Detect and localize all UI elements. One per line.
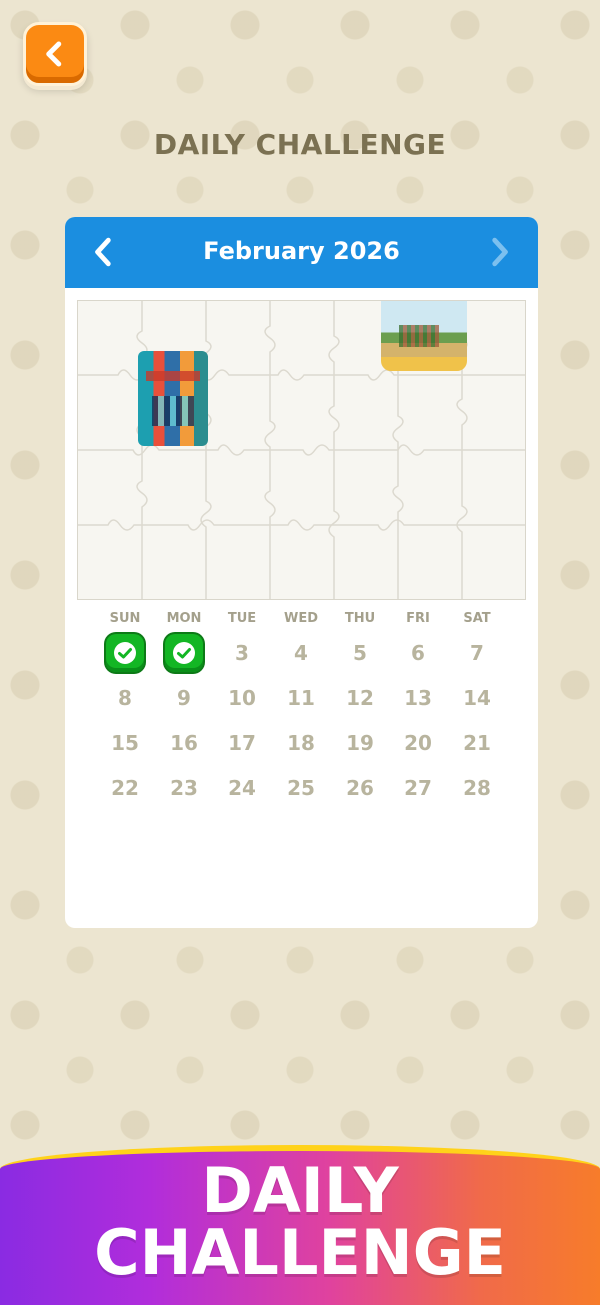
banner-title-line1: DAILY xyxy=(201,1154,399,1227)
day-26[interactable]: 26 xyxy=(335,768,385,808)
day-24[interactable]: 24 xyxy=(217,768,267,808)
weekday-label: MON xyxy=(166,611,202,626)
weekday-label: SAT xyxy=(463,611,491,626)
day-3[interactable]: 3 xyxy=(217,633,267,673)
weekday-label: FRI xyxy=(406,611,430,626)
day-5[interactable]: 5 xyxy=(335,633,385,673)
day-25[interactable]: 25 xyxy=(276,768,326,808)
weekday-header: SUN MON TUE WED THU FRI SAT xyxy=(65,611,538,631)
day-19[interactable]: 19 xyxy=(335,723,385,763)
puzzle-piece-image xyxy=(381,301,467,371)
day-28[interactable]: 28 xyxy=(452,768,502,808)
day-23[interactable]: 23 xyxy=(159,768,209,808)
chevron-right-icon xyxy=(492,237,508,267)
next-month-button[interactable] xyxy=(482,235,516,269)
day-10[interactable]: 10 xyxy=(217,678,267,718)
day-completed-1[interactable] xyxy=(106,634,144,672)
checkmark-icon xyxy=(114,642,136,664)
day-20[interactable]: 20 xyxy=(393,723,443,763)
chevron-left-icon xyxy=(46,41,62,67)
banner-title-line2: CHALLENGE xyxy=(94,1216,506,1289)
checkmark-icon xyxy=(173,642,195,664)
day-27[interactable]: 27 xyxy=(393,768,443,808)
day-12[interactable]: 12 xyxy=(335,678,385,718)
weekday-label: SUN xyxy=(109,611,141,626)
calendar-card: February 2026 SUN MON TUE WED THU FRI SAT xyxy=(65,217,538,928)
weekday-label: TUE xyxy=(227,611,257,626)
day-8[interactable]: 8 xyxy=(100,678,150,718)
jigsaw-puzzle-preview xyxy=(77,300,526,600)
month-label: February 2026 xyxy=(203,237,400,265)
page-title: DAILY CHALLENGE xyxy=(153,128,447,161)
day-6[interactable]: 6 xyxy=(393,633,443,673)
day-9[interactable]: 9 xyxy=(159,678,209,718)
puzzle-piece-image xyxy=(138,351,208,446)
day-22[interactable]: 22 xyxy=(100,768,150,808)
day-11[interactable]: 11 xyxy=(276,678,326,718)
day-4[interactable]: 4 xyxy=(276,633,326,673)
day-7[interactable]: 7 xyxy=(452,633,502,673)
day-completed-2[interactable] xyxy=(165,634,203,672)
day-17[interactable]: 17 xyxy=(217,723,267,763)
calendar-header: February 2026 xyxy=(65,217,538,288)
weekday-label: WED xyxy=(283,611,318,626)
day-21[interactable]: 21 xyxy=(452,723,502,763)
weekday-label: THU xyxy=(344,611,376,626)
day-13[interactable]: 13 xyxy=(393,678,443,718)
day-18[interactable]: 18 xyxy=(276,723,326,763)
day-16[interactable]: 16 xyxy=(159,723,209,763)
day-15[interactable]: 15 xyxy=(100,723,150,763)
back-button[interactable] xyxy=(23,22,87,86)
day-14[interactable]: 14 xyxy=(452,678,502,718)
